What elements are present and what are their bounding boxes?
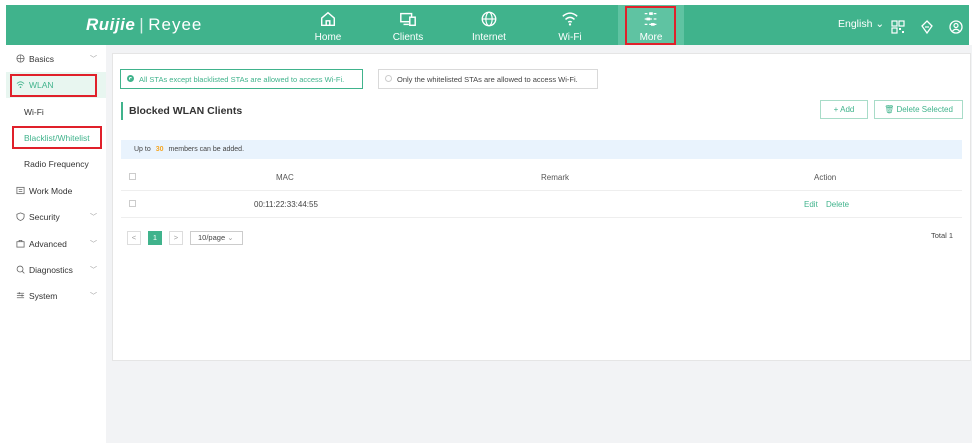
nav-wifi[interactable]: Wi-Fi bbox=[537, 5, 603, 45]
chevron-down-icon: ﹀ bbox=[90, 267, 97, 274]
chevron-down-icon: ﹀ bbox=[90, 214, 97, 221]
sidebar-item-advanced[interactable]: Advanced ﹀ bbox=[6, 231, 106, 257]
highlight-blacklist-whitelist bbox=[12, 126, 102, 149]
language-selector[interactable]: English ⌄ bbox=[838, 18, 884, 30]
system-icon bbox=[16, 291, 25, 300]
user-account-icon[interactable] bbox=[949, 20, 963, 34]
page-size-select[interactable]: 10/page ⌄ bbox=[190, 231, 243, 245]
radio-checked-icon bbox=[127, 75, 134, 82]
table-row: 00:11:22:33:44:55 Edit Delete bbox=[121, 191, 962, 218]
chevron-down-icon: ﹀ bbox=[90, 241, 97, 248]
row-checkbox[interactable] bbox=[129, 200, 136, 207]
trash-icon: 🗑 bbox=[884, 105, 895, 114]
advanced-icon bbox=[16, 239, 25, 248]
column-action: Action bbox=[814, 173, 837, 182]
chevron-down-icon: ⌄ bbox=[875, 18, 885, 30]
select-all-checkbox[interactable] bbox=[129, 173, 136, 180]
sidebar-item-diagnostics[interactable]: Diagnostics ﹀ bbox=[6, 257, 106, 283]
next-page-button[interactable]: > bbox=[169, 231, 183, 245]
globe-icon bbox=[456, 10, 522, 30]
column-remark: Remark bbox=[541, 173, 570, 182]
shield-icon bbox=[16, 212, 25, 221]
top-navigation-bar: Ruijie | Reyee Home Clients Internet Wi-Fi… bbox=[6, 5, 969, 45]
home-icon bbox=[295, 10, 361, 30]
member-limit-notice: Up to 30 members can be added. bbox=[121, 140, 962, 159]
table-header: MAC Remark Action bbox=[121, 164, 962, 191]
highlight-more bbox=[625, 6, 676, 45]
add-button[interactable]: + Add bbox=[820, 100, 868, 119]
page-number-button[interactable]: 1 bbox=[148, 231, 162, 245]
edit-link[interactable]: Edit bbox=[804, 200, 818, 209]
blacklist-card: All STAs except blacklisted STAs are all… bbox=[112, 53, 971, 361]
qr-code-icon[interactable] bbox=[891, 20, 905, 34]
sidebar-subitem-radio-frequency[interactable]: Radio Frequency bbox=[6, 151, 106, 177]
row-mac: 00:11:22:33:44:55 bbox=[254, 200, 318, 209]
section-title: Blocked WLAN Clients bbox=[121, 102, 242, 120]
sidebar-item-basics[interactable]: Basics ﹀ bbox=[6, 46, 106, 72]
sidebar-item-security[interactable]: Security ﹀ bbox=[6, 204, 106, 230]
delete-selected-button[interactable]: 🗑 Delete Selected bbox=[874, 100, 963, 119]
radio-unchecked-icon bbox=[385, 75, 392, 82]
sidebar-item-work-mode[interactable]: Work Mode bbox=[6, 178, 106, 204]
diagnostics-icon bbox=[16, 265, 25, 274]
main-content: All STAs except blacklisted STAs are all… bbox=[106, 45, 972, 443]
highlight-wlan bbox=[10, 74, 97, 97]
radio-whitelist-mode[interactable]: Only the whitelisted STAs are allowed to… bbox=[378, 69, 598, 89]
brand-logo: Ruijie | Reyee bbox=[86, 15, 203, 34]
sidebar: Basics ﹀ WLAN Wi-Fi Blacklist/Whitelist … bbox=[6, 45, 107, 443]
chevron-down-icon: ⌄ bbox=[227, 233, 234, 242]
chevron-down-icon: ﹀ bbox=[90, 293, 97, 300]
nav-internet[interactable]: Internet bbox=[456, 5, 522, 45]
nav-home[interactable]: Home bbox=[295, 5, 361, 45]
clients-icon bbox=[375, 10, 441, 30]
nav-clients[interactable]: Clients bbox=[375, 5, 441, 45]
alert-icon[interactable] bbox=[920, 20, 934, 35]
column-mac: MAC bbox=[276, 173, 294, 182]
wifi-icon bbox=[537, 10, 603, 30]
workmode-icon bbox=[16, 186, 25, 195]
globe-icon bbox=[16, 54, 25, 63]
sidebar-item-system[interactable]: System ﹀ bbox=[6, 283, 106, 309]
sidebar-subitem-wifi[interactable]: Wi-Fi bbox=[6, 99, 106, 125]
radio-blacklist-mode[interactable]: All STAs except blacklisted STAs are all… bbox=[120, 69, 363, 89]
chevron-down-icon: ﹀ bbox=[90, 56, 97, 63]
prev-page-button[interactable]: < bbox=[127, 231, 141, 245]
delete-link[interactable]: Delete bbox=[826, 200, 849, 209]
total-count: Total 1 bbox=[931, 231, 954, 240]
